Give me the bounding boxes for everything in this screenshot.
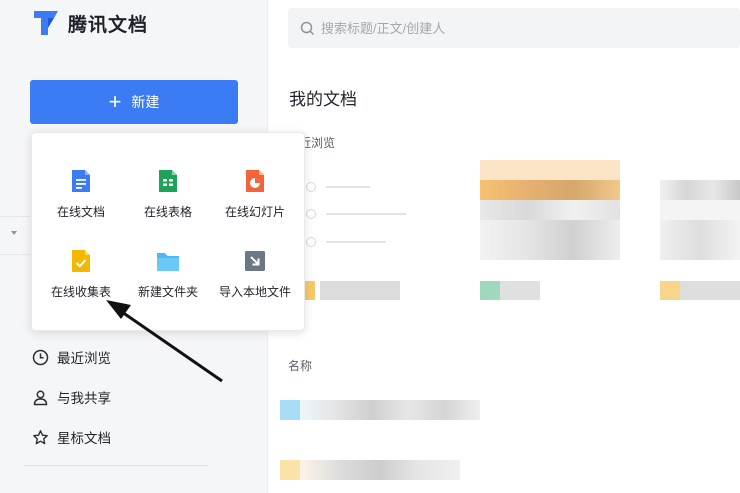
search-input[interactable]: [321, 20, 701, 36]
file-type-badge: [480, 281, 500, 300]
plus-icon: +: [108, 89, 122, 114]
new-button-label: 新建: [131, 94, 160, 110]
thumbnail-decoration: [480, 200, 620, 220]
new-menu-dropdown: 在线文档 在线表格 在线幻灯片 在线收集表 新建文件夹 导入本地文件: [31, 132, 305, 331]
thumbnail-decoration: [326, 213, 406, 215]
app-name: 腾讯文档: [68, 14, 149, 36]
divider: [24, 465, 208, 466]
tencent-docs-logo-icon: [34, 11, 58, 35]
new-online-form-item[interactable]: 在线收集表: [36, 248, 126, 308]
thumbnail-decoration: [660, 180, 740, 200]
blurred-title: [500, 281, 540, 300]
new-online-doc-item[interactable]: 在线文档: [36, 168, 126, 228]
thumbnail-decoration: [306, 237, 316, 247]
sidebar-item-recent[interactable]: 最近浏览: [32, 337, 111, 377]
sidebar-item-label: 最近浏览: [57, 351, 111, 366]
divider: [0, 216, 30, 217]
thumbnail-decoration: [326, 241, 386, 243]
name-column-header[interactable]: 名称: [288, 357, 312, 374]
menu-item-label: 导入本地文件: [218, 285, 291, 299]
user-icon: [33, 390, 48, 405]
blurred-title: [300, 400, 480, 420]
thumbnail-decoration: [326, 186, 370, 188]
doc-icon: [72, 170, 90, 192]
app-logo[interactable]: 腾讯文档: [32, 9, 148, 37]
slides-icon: [246, 170, 264, 192]
clock-icon: [32, 349, 49, 365]
thumbnail-decoration: [480, 160, 620, 180]
menu-item-label: 在线文档: [56, 205, 105, 219]
menu-item-label: 在线表格: [143, 205, 192, 219]
sidebar-item-shared[interactable]: 与我共享: [32, 377, 111, 417]
sidebar-item-starred[interactable]: 星标文档: [32, 417, 111, 457]
new-button[interactable]: + 新建: [30, 80, 238, 124]
sidebar-item-label: 星标文档: [57, 431, 111, 446]
thumbnail-decoration: [306, 182, 316, 192]
divider: [0, 254, 30, 255]
blurred-title: [300, 460, 460, 480]
menu-item-label: 在线收集表: [50, 285, 111, 299]
file-type-badge: [305, 281, 315, 300]
file-type-badge: [660, 281, 680, 300]
sheet-icon: [159, 170, 177, 192]
thumbnail-decoration: [306, 209, 316, 219]
caret-down-icon[interactable]: [11, 231, 17, 235]
thumbnail-decoration: [660, 200, 740, 220]
search-icon: [300, 21, 315, 35]
blurred-title: [320, 281, 400, 300]
blurred-title: [680, 281, 740, 300]
menu-item-label: 在线幻灯片: [224, 205, 285, 219]
new-folder-item[interactable]: 新建文件夹: [123, 248, 213, 308]
sidebar-nav: 最近浏览 与我共享 星标文档: [32, 337, 111, 457]
import-local-file-item[interactable]: 导入本地文件: [210, 248, 300, 308]
folder-icon: [157, 253, 179, 271]
form-icon: [72, 250, 90, 272]
sidebar-item-label: 与我共享: [57, 391, 111, 406]
thumbnail-decoration: [660, 220, 740, 260]
page-title: 我的文档: [289, 90, 357, 109]
menu-item-label: 新建文件夹: [137, 285, 198, 299]
thumbnail-decoration: [480, 220, 620, 260]
file-type-badge: [280, 400, 300, 420]
import-icon: [245, 251, 265, 271]
new-online-sheet-item[interactable]: 在线表格: [123, 168, 213, 228]
thumbnail-decoration: [480, 180, 620, 200]
file-type-badge: [280, 460, 300, 480]
star-icon: [33, 429, 48, 444]
new-online-slides-item[interactable]: 在线幻灯片: [210, 168, 300, 228]
search-bar[interactable]: [288, 8, 740, 48]
